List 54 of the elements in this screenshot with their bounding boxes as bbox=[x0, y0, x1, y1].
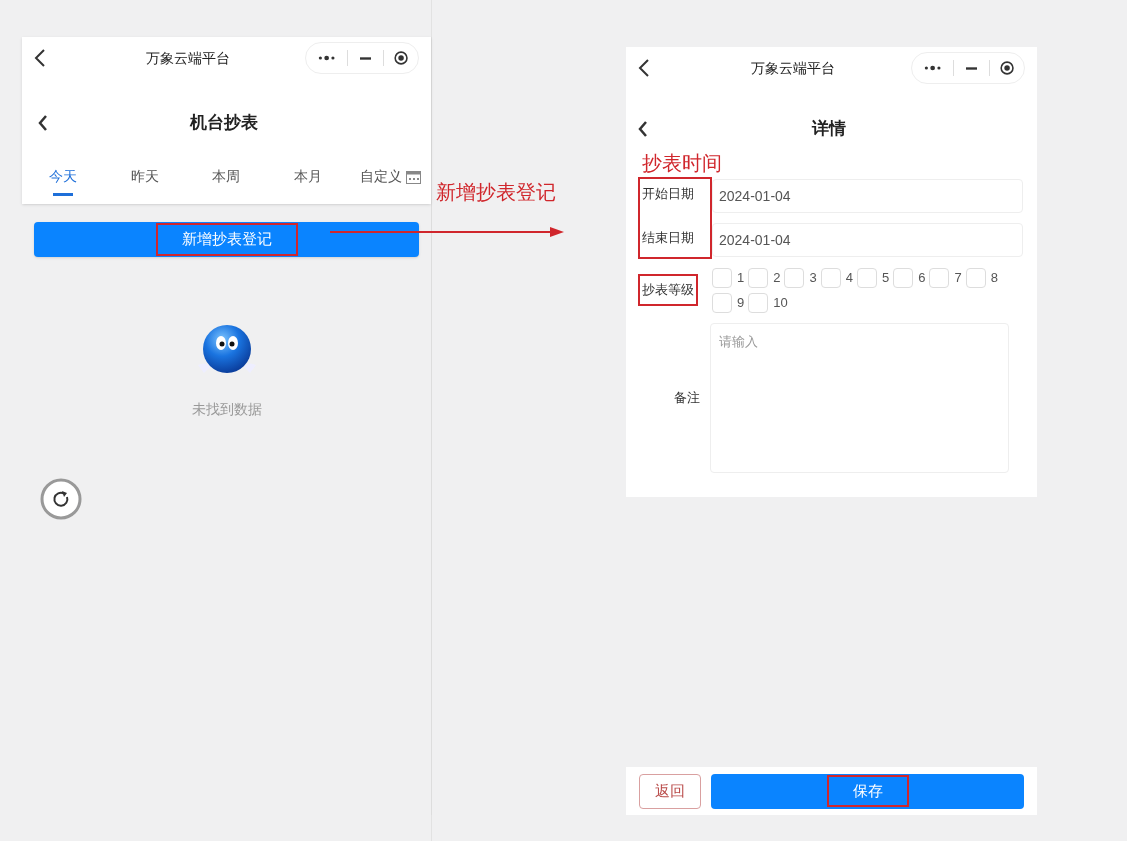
checkbox-label: 6 bbox=[918, 268, 926, 287]
field-label: 抄表等级 bbox=[640, 276, 696, 304]
date-tab[interactable]: 自定义 bbox=[349, 158, 431, 204]
checkbox[interactable] bbox=[784, 267, 805, 288]
checkbox-label: 1 bbox=[737, 268, 745, 287]
checkbox-label: 7 bbox=[954, 268, 962, 287]
checkbox[interactable] bbox=[820, 267, 841, 288]
back-icon[interactable] bbox=[638, 121, 648, 137]
checkbox[interactable] bbox=[748, 267, 769, 288]
more-icon[interactable] bbox=[924, 65, 942, 71]
checkbox-label: 3 bbox=[809, 268, 817, 287]
checkbox-label: 5 bbox=[881, 268, 890, 287]
date-tab[interactable]: 本月 bbox=[267, 158, 350, 204]
back-button[interactable]: 返回 bbox=[639, 773, 701, 809]
add-record-button[interactable]: 新增抄表登记 bbox=[34, 222, 419, 257]
calendar-icon bbox=[405, 169, 421, 184]
remark-input-field[interactable]: 请输入 bbox=[710, 323, 1009, 473]
date-input-field[interactable]: 2024-01-04 bbox=[712, 179, 1023, 213]
date-tab[interactable]: 昨天 bbox=[103, 158, 186, 204]
field-label: 开始日期 bbox=[641, 185, 695, 204]
checkbox[interactable] bbox=[748, 292, 769, 313]
field-label: 结束日期 bbox=[641, 229, 695, 248]
app-title: 万象云端平台 bbox=[749, 58, 836, 78]
checkbox[interactable] bbox=[893, 267, 914, 288]
date-tab[interactable]: 今天 bbox=[22, 158, 104, 204]
annotation-label: 抄表时间 bbox=[642, 152, 722, 174]
page-title: 机台抄表 bbox=[188, 112, 259, 135]
back-icon[interactable] bbox=[638, 59, 650, 77]
minimize-icon[interactable] bbox=[966, 66, 978, 70]
more-icon[interactable] bbox=[318, 55, 336, 61]
annotation-label: 新增抄表登记 bbox=[436, 180, 556, 205]
checkbox-label: 9 bbox=[737, 293, 745, 312]
checkbox-label: 4 bbox=[845, 268, 853, 287]
page-title: 详情 bbox=[810, 118, 847, 141]
close-icon[interactable] bbox=[999, 59, 1014, 77]
back-icon[interactable] bbox=[34, 49, 46, 67]
empty-message: 未找到数据 bbox=[191, 400, 262, 419]
checkbox-label: 10 bbox=[773, 293, 788, 312]
date-tab[interactable]: 本周 bbox=[185, 158, 268, 204]
checkbox[interactable] bbox=[712, 292, 732, 313]
app-title: 万象云端平台 bbox=[144, 48, 231, 68]
checkbox[interactable] bbox=[712, 267, 732, 288]
checkbox[interactable] bbox=[856, 267, 877, 288]
save-button[interactable]: 保存 bbox=[711, 773, 1024, 809]
checkbox-label: 2 bbox=[773, 268, 781, 287]
date-input-field[interactable]: 2024-01-04 bbox=[712, 223, 1023, 257]
refresh-icon[interactable] bbox=[40, 478, 82, 520]
minimize-icon[interactable] bbox=[360, 56, 372, 60]
checkbox-label: 8 bbox=[990, 268, 998, 287]
field-label: 备注 bbox=[674, 389, 700, 408]
checkbox[interactable] bbox=[965, 267, 986, 288]
checkbox[interactable] bbox=[929, 267, 950, 288]
close-icon[interactable] bbox=[393, 49, 408, 67]
back-icon[interactable] bbox=[38, 115, 48, 131]
